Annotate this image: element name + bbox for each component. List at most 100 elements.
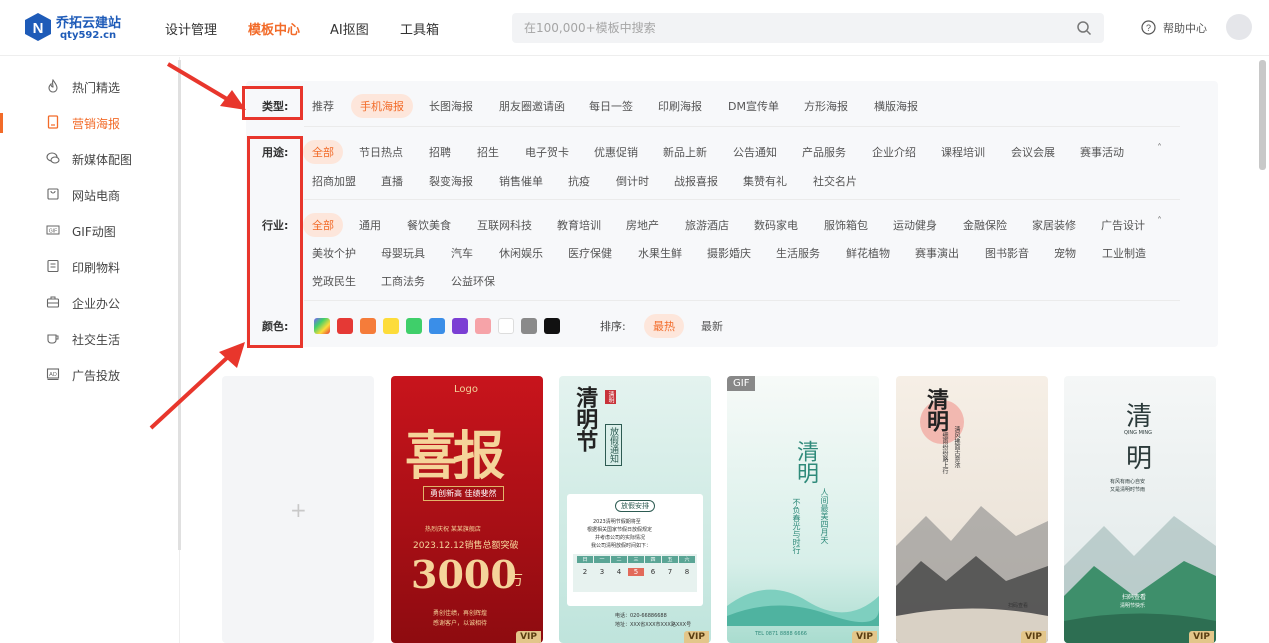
usage-option[interactable]: 赛事活动 [1080, 144, 1124, 160]
sidebar-item-marketing-poster[interactable]: 营销海报 [0, 105, 176, 141]
industry-option[interactable]: 赛事演出 [915, 245, 959, 261]
sidebar-scrollbar[interactable] [178, 60, 181, 550]
type-option[interactable]: DM宣传单 [728, 98, 779, 114]
usage-option[interactable]: 会议会展 [1011, 144, 1055, 160]
type-option[interactable]: 印刷海报 [658, 98, 702, 114]
type-option[interactable]: 每日一签 [589, 98, 633, 114]
usage-option[interactable]: 节日热点 [359, 144, 403, 160]
color-swatch[interactable] [521, 318, 537, 334]
color-swatch[interactable] [498, 318, 514, 334]
industry-option[interactable]: 家居装修 [1032, 217, 1076, 233]
industry-option[interactable]: 党政民生 [312, 273, 356, 289]
sidebar-item-office[interactable]: 企业办公 [0, 285, 176, 321]
industry-option[interactable]: 广告设计 [1101, 217, 1145, 233]
template-card[interactable]: 清明 清风拂面古意浓 细雨纷纷路上行 扫码查看 VIP [896, 376, 1048, 643]
sidebar-item-hot[interactable]: 热门精选 [0, 69, 176, 105]
usage-option[interactable]: 裂变海报 [429, 173, 473, 189]
industry-option[interactable]: 宠物 [1054, 245, 1076, 261]
add-template-card[interactable]: + [222, 376, 374, 643]
type-option[interactable]: 朋友圈邀请函 [499, 98, 565, 114]
logo[interactable]: N 乔拓云建站 qty592.cn [24, 10, 144, 46]
template-card[interactable]: 清明节 清明 放假通知 放假安排 2023清明节假期将至 根据相关国家节假日放假… [559, 376, 711, 643]
usage-option[interactable]: 招商加盟 [312, 173, 356, 189]
industry-option[interactable]: 房地产 [626, 217, 659, 233]
industry-option[interactable]: 生活服务 [776, 245, 820, 261]
usage-option[interactable]: 招生 [477, 144, 499, 160]
sidebar-item-gif[interactable]: GIF GIF动图 [0, 213, 176, 249]
color-swatch[interactable] [383, 318, 399, 334]
industry-option[interactable]: 工业制造 [1102, 245, 1146, 261]
question-icon[interactable]: ? [1141, 20, 1156, 35]
industry-option[interactable]: 美妆个护 [312, 245, 356, 261]
search-input[interactable] [524, 13, 1064, 43]
type-option[interactable]: 横版海报 [874, 98, 918, 114]
industry-option[interactable]: 工商法务 [381, 273, 425, 289]
color-swatch[interactable] [360, 318, 376, 334]
usage-option-selected[interactable]: 全部 [303, 140, 343, 164]
usage-option[interactable]: 产品服务 [802, 144, 846, 160]
industry-option[interactable]: 金融保险 [963, 217, 1007, 233]
nav-ai-cutout[interactable]: AI抠图 [330, 19, 369, 38]
sidebar-item-new-media[interactable]: 新媒体配图 [0, 141, 176, 177]
type-option[interactable]: 长图海报 [429, 98, 473, 114]
type-option[interactable]: 推荐 [312, 98, 334, 114]
nav-design-manage[interactable]: 设计管理 [165, 19, 217, 38]
industry-option[interactable]: 摄影婚庆 [707, 245, 751, 261]
color-swatch[interactable] [337, 318, 353, 334]
industry-option[interactable]: 服饰箱包 [824, 217, 868, 233]
industry-option[interactable]: 运动健身 [893, 217, 937, 233]
avatar[interactable] [1226, 14, 1252, 40]
template-card[interactable]: 清 QING MING 明 有风有雨心自安 又是清明时节雨 扫码查看 清明节快乐… [1064, 376, 1216, 643]
usage-option[interactable]: 抗疫 [568, 173, 590, 189]
industry-option[interactable]: 鲜花植物 [846, 245, 890, 261]
chevron-up-icon[interactable]: ˄ [1157, 216, 1162, 227]
usage-option[interactable]: 新品上新 [663, 144, 707, 160]
usage-option[interactable]: 企业介绍 [872, 144, 916, 160]
template-card[interactable]: Logo 喜报 勇创新高 佳绩斐然 热烈庆祝 某某旗舰店 2023.12.12销… [391, 376, 543, 643]
usage-option[interactable]: 直播 [381, 173, 403, 189]
industry-option[interactable]: 水果生鲜 [638, 245, 682, 261]
color-swatch[interactable] [429, 318, 445, 334]
industry-option[interactable]: 餐饮美食 [407, 217, 451, 233]
usage-option[interactable]: 公告通知 [733, 144, 777, 160]
usage-option[interactable]: 战报喜报 [674, 173, 718, 189]
industry-option[interactable]: 旅游酒店 [685, 217, 729, 233]
industry-option[interactable]: 互联网科技 [477, 217, 532, 233]
usage-option[interactable]: 集赞有礼 [743, 173, 787, 189]
industry-option[interactable]: 图书影音 [985, 245, 1029, 261]
industry-option[interactable]: 通用 [359, 217, 381, 233]
nav-toolbox[interactable]: 工具箱 [400, 19, 439, 38]
usage-option[interactable]: 社交名片 [813, 173, 857, 189]
color-swatch[interactable] [314, 318, 330, 334]
usage-option[interactable]: 优惠促销 [594, 144, 638, 160]
sidebar-item-print[interactable]: 印刷物料 [0, 249, 176, 285]
usage-option[interactable]: 销售催单 [499, 173, 543, 189]
color-swatch[interactable] [475, 318, 491, 334]
usage-option[interactable]: 电子贺卡 [525, 144, 569, 160]
template-card[interactable]: GIF 清明 人间最美四月天 不负春光与时行 TEL 0871 8888 666… [727, 376, 879, 643]
sort-option[interactable]: 最新 [701, 318, 723, 334]
industry-option[interactable]: 公益环保 [451, 273, 495, 289]
usage-option[interactable]: 课程培训 [941, 144, 985, 160]
type-option-selected[interactable]: 手机海报 [351, 94, 413, 118]
usage-option[interactable]: 倒计时 [616, 173, 649, 189]
industry-option[interactable]: 教育培训 [557, 217, 601, 233]
industry-option-selected[interactable]: 全部 [303, 213, 343, 237]
industry-option[interactable]: 医疗保健 [568, 245, 612, 261]
industry-option[interactable]: 汽车 [451, 245, 473, 261]
industry-option[interactable]: 休闲娱乐 [499, 245, 543, 261]
sidebar-item-ecommerce[interactable]: 网站电商 [0, 177, 176, 213]
usage-option[interactable]: 招聘 [429, 144, 451, 160]
type-option[interactable]: 方形海报 [804, 98, 848, 114]
industry-option[interactable]: 数码家电 [754, 217, 798, 233]
nav-template-center[interactable]: 模板中心 [248, 19, 300, 38]
color-swatch[interactable] [452, 318, 468, 334]
sort-option-selected[interactable]: 最热 [644, 314, 684, 338]
page-scrollbar[interactable] [1259, 60, 1266, 170]
help-center-link[interactable]: 帮助中心 [1163, 20, 1207, 36]
color-swatch[interactable] [544, 318, 560, 334]
industry-option[interactable]: 母婴玩具 [381, 245, 425, 261]
chevron-up-icon[interactable]: ˄ [1157, 143, 1162, 154]
color-swatch[interactable] [406, 318, 422, 334]
search-icon[interactable] [1076, 20, 1092, 36]
